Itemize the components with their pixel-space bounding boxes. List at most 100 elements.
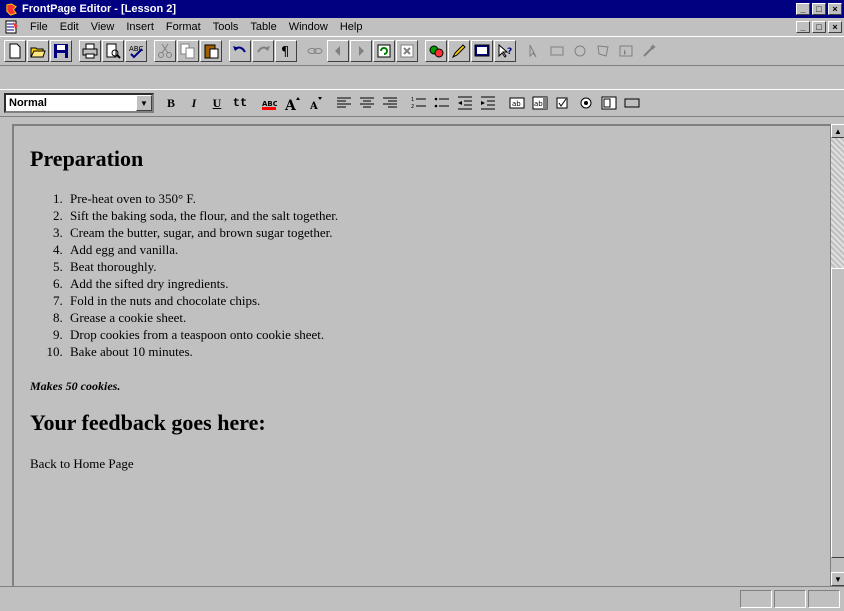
align-left-button[interactable] [333,92,355,114]
menu-help[interactable]: Help [334,18,369,36]
back-arrow-icon [335,46,340,56]
web-browser-button[interactable] [471,40,493,62]
circle-icon [574,45,586,57]
insert-scrolling-textbox-button[interactable]: ab [529,92,551,114]
insert-dropdown-button[interactable] [598,92,620,114]
editor-button[interactable] [448,40,470,62]
edit-hotspot-button[interactable] [638,40,660,62]
menu-file[interactable]: File [24,18,54,36]
refresh-icon [377,44,391,58]
polygon-tool-button[interactable] [592,40,614,62]
restore-button[interactable]: □ [812,3,826,15]
close-button[interactable]: × [828,3,842,15]
chevron-down-icon[interactable]: ▼ [136,95,152,111]
save-button[interactable] [50,40,72,62]
show-formatting-button[interactable]: ¶ [275,40,297,62]
back-button[interactable] [327,40,349,62]
doc-close-button[interactable]: × [828,21,842,33]
italic-button[interactable]: I [183,92,205,114]
paragraph-style-select[interactable]: Normal ▼ [4,93,154,113]
forward-button[interactable] [350,40,372,62]
checkbox-icon [556,97,568,109]
text-color-button[interactable]: ABC [258,92,280,114]
list-item: Add egg and vanilla. [66,241,814,258]
textbox-icon: ab [509,97,525,109]
increase-indent-button[interactable] [477,92,499,114]
spelling-button[interactable]: ABC [125,40,147,62]
menu-view[interactable]: View [85,18,121,36]
minimize-button[interactable]: _ [796,3,810,15]
menu-tools[interactable]: Tools [207,18,245,36]
refresh-button[interactable] [373,40,395,62]
increase-font-button[interactable]: A [281,92,303,114]
align-center-button[interactable] [356,92,378,114]
print-preview-button[interactable] [102,40,124,62]
stop-button[interactable] [396,40,418,62]
list-item: Cream the butter, sugar, and brown sugar… [66,224,814,241]
copy-button[interactable] [177,40,199,62]
document-content[interactable]: Preparation Pre-heat oven to 350° F. Sif… [14,126,830,492]
doc-minimize-button[interactable]: _ [796,21,810,33]
circle-tool-button[interactable] [569,40,591,62]
bold-button[interactable]: B [160,92,182,114]
bulleted-list-button[interactable] [431,92,453,114]
vertical-scrollbar[interactable]: ▲ ▼ [830,124,844,586]
underline-button[interactable]: U [206,92,228,114]
forward-arrow-icon [359,46,364,56]
align-right-button[interactable] [379,92,401,114]
decrease-indent-button[interactable] [454,92,476,114]
svg-text:ABC: ABC [262,100,277,108]
explorer-button[interactable] [425,40,447,62]
text-color-icon: ABC [262,100,277,110]
magic-wand-icon [643,44,656,57]
pilcrow-icon: ¶ [281,45,289,59]
explorer-icon [429,45,444,58]
document-icon[interactable] [4,20,20,34]
editor-area[interactable]: Preparation Pre-heat oven to 350° F. Sif… [12,124,830,586]
dropdown-menu-icon [601,96,617,110]
back-to-home-link[interactable]: Back to Home Page [30,456,814,472]
open-button[interactable] [27,40,49,62]
menu-insert[interactable]: Insert [120,18,160,36]
scroll-track[interactable] [831,138,844,268]
polygon-icon [597,45,609,57]
undo-button[interactable] [229,40,251,62]
insert-checkbox-button[interactable] [552,92,574,114]
format-toolbar: Normal ▼ B I U tt ABC A A 12 ab ab [0,89,844,117]
rectangle-tool-button[interactable] [546,40,568,62]
help-button[interactable]: ? [494,40,516,62]
scroll-down-button[interactable]: ▼ [831,572,844,586]
scroll-up-button[interactable]: ▲ [831,124,844,138]
radio-button-icon [580,97,592,109]
rectangle-icon [550,46,564,56]
insert-push-button[interactable] [621,92,643,114]
menu-window[interactable]: Window [283,18,334,36]
paragraph-style-value: Normal [9,97,47,109]
decrease-indent-icon [458,96,472,110]
scroll-thumb[interactable] [831,268,844,558]
new-page-button[interactable] [4,40,26,62]
redo-icon [257,46,270,53]
print-button[interactable] [79,40,101,62]
fixed-width-button[interactable]: tt [229,92,251,114]
decrease-font-button[interactable]: A [304,92,326,114]
highlight-hotspots-button[interactable] [615,40,637,62]
insert-radio-button[interactable] [575,92,597,114]
copy-icon [180,43,195,59]
new-page-icon [9,43,21,59]
insert-textbox-button[interactable]: ab [506,92,528,114]
status-bar [0,586,844,611]
frontpage-app-icon[interactable] [4,2,18,16]
link-button[interactable] [304,40,326,62]
cut-button[interactable] [154,40,176,62]
numbered-list-button[interactable]: 12 [408,92,430,114]
align-center-icon [360,97,374,108]
menu-format[interactable]: Format [160,18,207,36]
redo-button[interactable] [252,40,274,62]
browser-icon [474,44,490,57]
doc-restore-button[interactable]: □ [812,21,826,33]
menu-edit[interactable]: Edit [54,18,85,36]
select-tool-button[interactable] [523,40,545,62]
menu-table[interactable]: Table [244,18,282,36]
paste-button[interactable] [200,40,222,62]
